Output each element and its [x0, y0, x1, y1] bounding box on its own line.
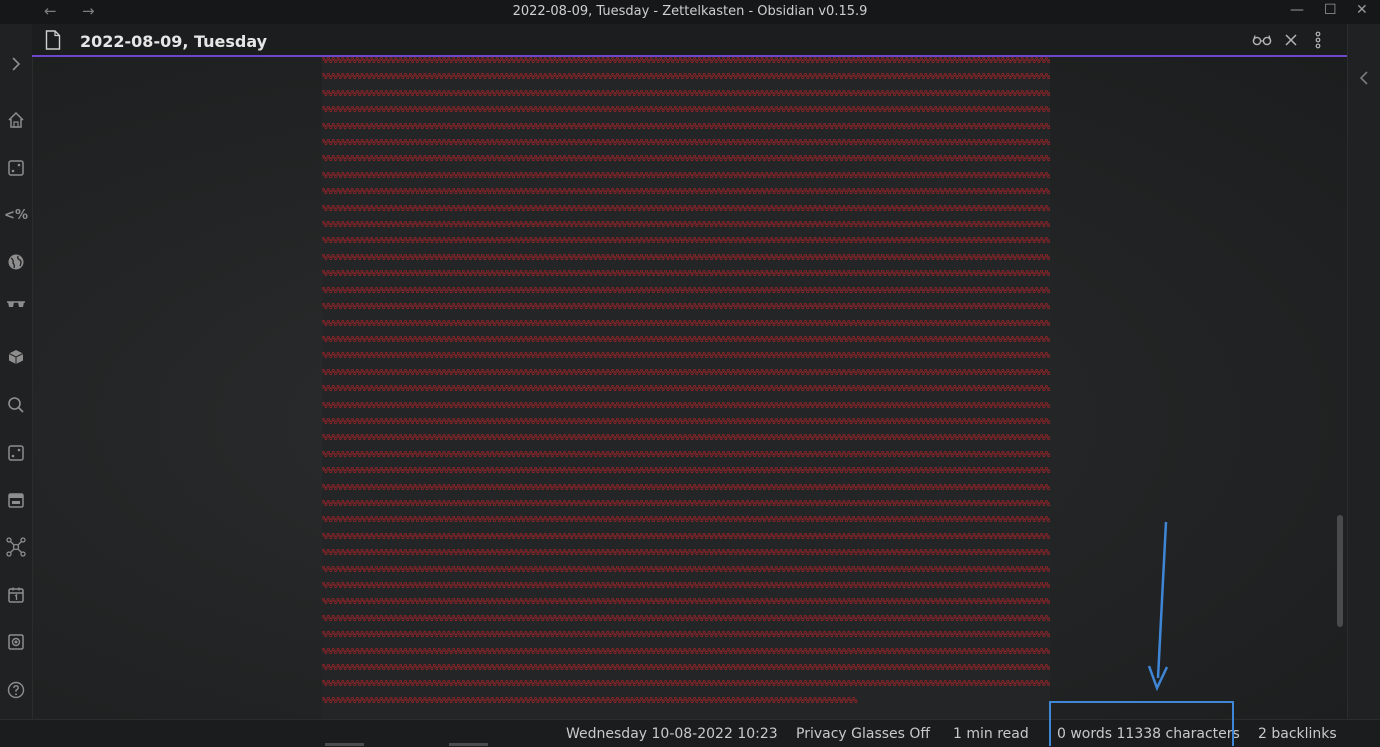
reading-view-icon[interactable]	[1251, 30, 1273, 50]
view-title[interactable]: 2022-08-09, Tuesday	[80, 32, 267, 51]
view-header: 2022-08-09, Tuesday	[32, 24, 1347, 57]
editor-scrollbar[interactable]	[1337, 515, 1343, 627]
expand-sidebar-icon[interactable]	[6, 54, 26, 74]
status-backlinks[interactable]: 2 backlinks	[1258, 726, 1337, 742]
calendar-icon[interactable]	[6, 585, 26, 605]
calendar-panel-icon[interactable]	[6, 490, 26, 510]
note-body-text[interactable]: %%%%%%%%%%%%%%%%%%%%%%%%%%%%%%%%%%%%%%%%…	[322, 57, 1050, 709]
expand-right-sidebar-icon[interactable]	[1358, 70, 1372, 86]
status-privacy-glasses[interactable]: Privacy Glasses Off	[796, 726, 930, 742]
document-icon	[44, 30, 62, 50]
close-tab-icon[interactable]	[1280, 30, 1302, 50]
status-datetime: Wednesday 10-08-2022 10:23	[566, 726, 778, 742]
home-icon[interactable]	[6, 110, 26, 130]
right-sidebar-collapsed	[1347, 24, 1380, 746]
cube-icon[interactable]	[6, 347, 26, 367]
globe-icon[interactable]	[6, 252, 26, 272]
status-read-time: 1 min read	[953, 726, 1029, 742]
minimize-icon[interactable]: —	[1290, 2, 1304, 18]
annotation-arrow-icon	[1147, 521, 1169, 692]
graph-icon[interactable]	[6, 537, 26, 557]
status-word-count[interactable]: 0 words 11338 characters	[1057, 726, 1240, 742]
maximize-icon[interactable]: ☐	[1324, 2, 1337, 18]
left-ribbon: <%	[0, 24, 33, 746]
dice-icon[interactable]	[6, 158, 26, 178]
code-percent-icon[interactable]: <%	[4, 205, 28, 225]
glasses-icon[interactable]	[6, 295, 26, 315]
dice-icon[interactable]	[6, 443, 26, 463]
note-content[interactable]: %%%%%%%%%%%%%%%%%%%%%%%%%%%%%%%%%%%%%%%%…	[322, 57, 1050, 719]
status-bar: Wednesday 10-08-2022 10:23 Privacy Glass…	[0, 719, 1380, 747]
search-icon[interactable]	[6, 395, 26, 415]
photo-icon[interactable]	[6, 632, 26, 652]
more-options-icon[interactable]	[1307, 30, 1329, 50]
window-titlebar: ← → 2022-08-09, Tuesday - Zettelkasten -…	[0, 0, 1380, 24]
help-icon[interactable]	[6, 680, 26, 700]
close-window-icon[interactable]: ✕	[1356, 2, 1368, 18]
window-title: 2022-08-09, Tuesday - Zettelkasten - Obs…	[512, 4, 868, 19]
